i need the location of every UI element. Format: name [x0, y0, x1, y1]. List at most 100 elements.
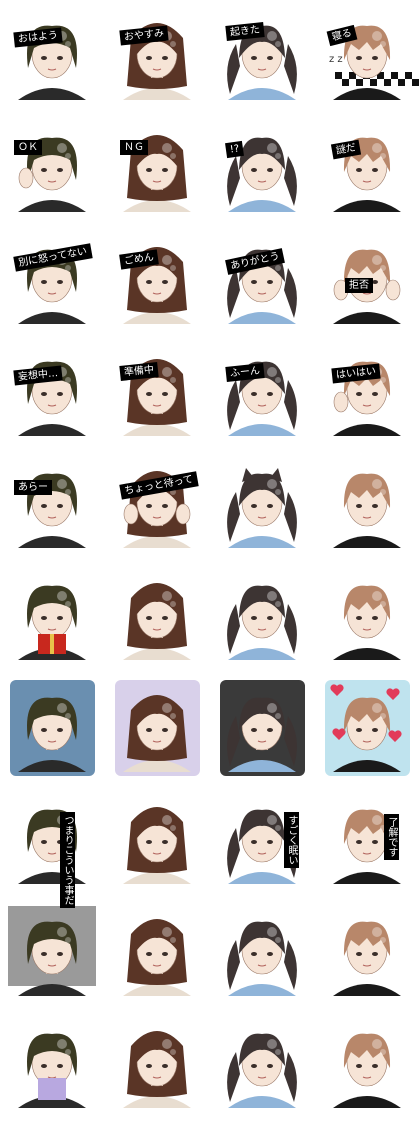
- character-eye-right: [267, 280, 273, 284]
- sticker-light-hair-boy[interactable]: z z: [315, 0, 420, 112]
- sparkle-bubble-icon: [267, 927, 277, 937]
- character-body: [123, 88, 191, 100]
- sticker-twin-tail-girl[interactable]: [210, 1008, 315, 1120]
- sticker-illustration: [18, 473, 86, 548]
- sparkle-bubble-icon: [65, 41, 71, 47]
- twin-tail-right: [284, 1052, 297, 1102]
- sticker-twin-tail-girl[interactable]: [210, 336, 315, 448]
- sparkle-bubble-icon: [65, 713, 71, 719]
- sticker-olive-bob-girl[interactable]: [0, 112, 105, 224]
- sticker-olive-bob-girl[interactable]: [0, 1008, 105, 1120]
- sparkle-bubble-icon: [380, 153, 386, 159]
- character-body: [228, 648, 296, 660]
- sticker-twin-tail-girl[interactable]: [210, 560, 315, 672]
- sticker-illustration: [333, 361, 401, 436]
- character-eye-right: [267, 168, 273, 172]
- character-eye-left: [251, 616, 257, 620]
- sticker-olive-bob-girl[interactable]: [0, 560, 105, 672]
- character-eye-left: [251, 728, 257, 732]
- twin-tail-right: [284, 380, 297, 430]
- sticker-olive-bob-girl[interactable]: [0, 784, 105, 896]
- character-body: [123, 872, 191, 884]
- character-body: [228, 984, 296, 996]
- sticker-twin-tail-girl[interactable]: [210, 784, 315, 896]
- sticker-grid: おはよう おやすみ 起きた z z 寝る ＯＫ ＮＧ!? 謎だ 別に怒ってない ごめん ありがとう拒…: [0, 0, 420, 1121]
- sticker-light-hair-boy[interactable]: [315, 336, 420, 448]
- sticker-light-hair-boy[interactable]: [315, 448, 420, 560]
- sticker-twin-tail-girl[interactable]: [210, 0, 315, 112]
- sticker-twin-tail-girl[interactable]: [210, 448, 315, 560]
- sparkle-bubble-icon: [275, 153, 281, 159]
- character-eye-left: [146, 952, 152, 956]
- character-body: [123, 424, 191, 436]
- sticker-brown-wavy-girl[interactable]: [105, 784, 210, 896]
- character-eye-left: [41, 1064, 47, 1068]
- sticker-light-hair-boy[interactable]: [315, 784, 420, 896]
- sparkle-bubble-icon: [275, 937, 281, 943]
- sparkle-bubble-icon: [372, 479, 382, 489]
- sticker-olive-bob-girl[interactable]: [0, 224, 105, 336]
- sticker-illustration: [123, 807, 191, 884]
- character-eye-right: [372, 1064, 378, 1068]
- sticker-brown-wavy-girl[interactable]: [105, 560, 210, 672]
- sparkle-bubble-icon: [267, 479, 277, 489]
- sticker-brown-wavy-girl[interactable]: [105, 336, 210, 448]
- sticker-brown-wavy-girl[interactable]: [105, 896, 210, 1008]
- sticker-brown-wavy-girl[interactable]: [105, 112, 210, 224]
- character-eye-left: [251, 280, 257, 284]
- sparkle-bubble-icon: [372, 815, 382, 825]
- character-eye-right: [57, 616, 63, 620]
- sticker-twin-tail-girl[interactable]: [210, 896, 315, 1008]
- sparkle-bubble-icon: [267, 815, 277, 825]
- sparkle-bubble-icon: [170, 1049, 176, 1055]
- sticker-brown-wavy-girl[interactable]: [105, 0, 210, 112]
- character-eye-left: [356, 616, 362, 620]
- sticker-olive-bob-girl[interactable]: [0, 896, 105, 1008]
- sparkle-bubble-icon: [170, 265, 176, 271]
- sticker-light-hair-boy[interactable]: [315, 560, 420, 672]
- character-eye-right: [162, 280, 168, 284]
- sparkle-bubble-icon: [57, 591, 67, 601]
- sticker-olive-bob-girl[interactable]: [0, 336, 105, 448]
- sticker-illustration: [333, 809, 401, 884]
- sparkle-bubble-icon: [275, 265, 281, 271]
- sticker-caption: 拒否: [345, 278, 373, 293]
- sticker-olive-bob-girl[interactable]: [0, 0, 105, 112]
- sticker-olive-bob-girl[interactable]: [0, 672, 105, 784]
- checker-tile: [405, 72, 412, 79]
- sparkle-bubble-icon: [162, 591, 172, 601]
- character-eye-right: [372, 952, 378, 956]
- character-eye-right: [372, 616, 378, 620]
- sparkle-bubble-icon: [162, 143, 172, 153]
- sticker-twin-tail-girl[interactable]: [210, 224, 315, 336]
- character-body: [333, 1096, 401, 1108]
- sticker-caption: すごく眠い: [284, 812, 299, 868]
- character-body: [333, 872, 401, 884]
- sparkle-bubble-icon: [57, 143, 67, 153]
- sticker-caption: !?: [225, 140, 245, 159]
- sparkle-bubble-icon: [65, 937, 71, 943]
- sticker-illustration: z z: [329, 25, 419, 100]
- sparkle-bubble-icon: [170, 601, 176, 607]
- character-eye-right: [162, 504, 168, 508]
- sparkle-bubble-icon: [267, 703, 277, 713]
- sticker-brown-wavy-girl[interactable]: [105, 672, 210, 784]
- checker-tile: [335, 72, 342, 79]
- sticker-olive-bob-girl[interactable]: [0, 448, 105, 560]
- sticker-brown-wavy-girl[interactable]: [105, 448, 210, 560]
- sticker-brown-wavy-girl[interactable]: [105, 1008, 210, 1120]
- sticker-twin-tail-girl[interactable]: [210, 112, 315, 224]
- sticker-light-hair-boy[interactable]: [315, 112, 420, 224]
- sticker-light-hair-boy[interactable]: [315, 672, 420, 784]
- sticker-twin-tail-girl[interactable]: [210, 672, 315, 784]
- character-eye-left: [356, 168, 362, 172]
- sticker-illustration: [333, 473, 401, 548]
- character-body: [333, 424, 401, 436]
- character-eye-left: [146, 56, 152, 60]
- sticker-illustration: [123, 919, 191, 996]
- checker-tile: [412, 79, 419, 86]
- character-eye-right: [162, 616, 168, 620]
- sticker-light-hair-boy[interactable]: [315, 896, 420, 1008]
- sticker-brown-wavy-girl[interactable]: [105, 224, 210, 336]
- sticker-light-hair-boy[interactable]: [315, 1008, 420, 1120]
